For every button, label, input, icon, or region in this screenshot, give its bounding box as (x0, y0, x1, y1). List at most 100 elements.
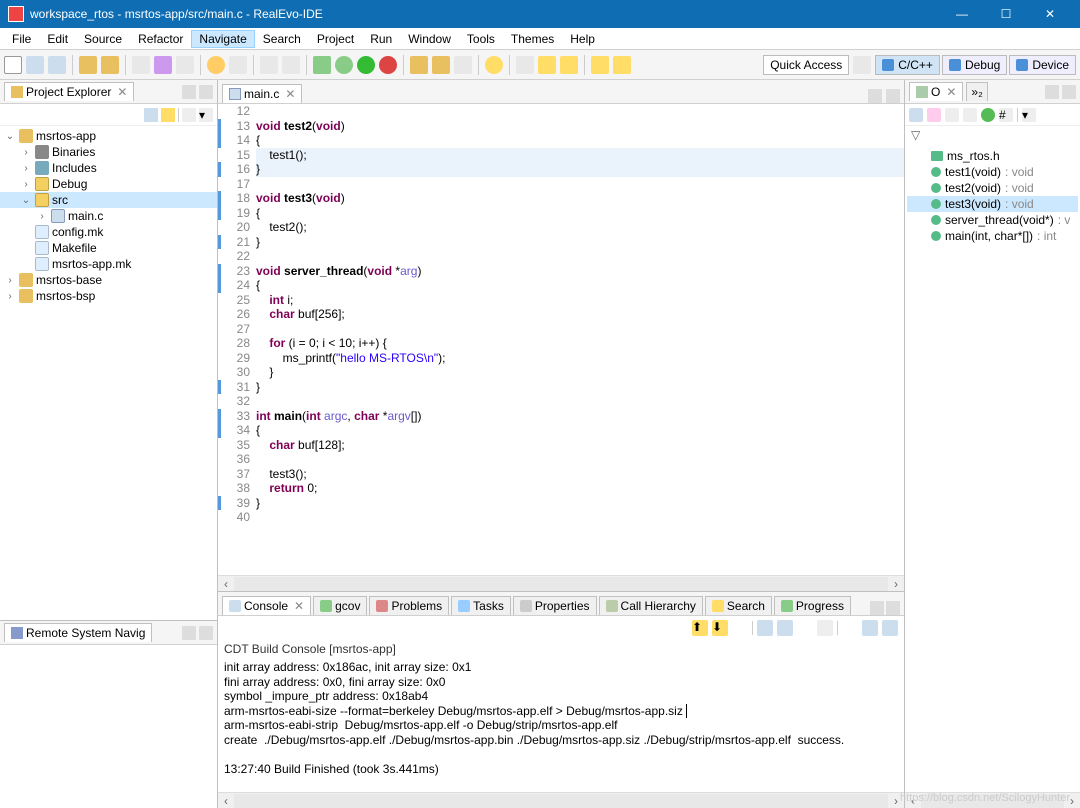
tree-item[interactable]: msrtos-app.mk (0, 256, 217, 272)
menu-refactor[interactable]: Refactor (130, 30, 191, 48)
remote-systems-body[interactable] (0, 645, 217, 808)
outline-item[interactable]: test3(void) : void (907, 196, 1078, 212)
menu-source[interactable]: Source (76, 30, 130, 48)
tab-gcov[interactable]: gcov (313, 596, 367, 615)
show-warnings-icon[interactable] (777, 620, 793, 636)
new-file-icon[interactable] (454, 56, 472, 74)
menu-themes[interactable]: Themes (503, 30, 562, 48)
tree-item[interactable]: ›Debug (0, 176, 217, 192)
profile-icon[interactable] (176, 56, 194, 74)
tab-console[interactable]: Console✕ (222, 596, 311, 615)
tree-item[interactable]: ⌄msrtos-app (0, 128, 217, 144)
close-icon[interactable]: ✕ (946, 85, 956, 99)
view-menu-icon[interactable]: ▾ (199, 108, 213, 122)
outline-item[interactable]: server_thread(void*) : v (907, 212, 1078, 228)
sort-icon[interactable] (909, 108, 923, 122)
tree-item[interactable]: ›main.c (0, 208, 217, 224)
new-project-icon[interactable] (410, 56, 428, 74)
scrollbar-track[interactable] (234, 794, 888, 808)
skip-breakpoints-icon[interactable] (313, 56, 331, 74)
view-menu-icon[interactable]: ▾ (1022, 108, 1036, 122)
maximize-button[interactable]: ☐ (984, 0, 1028, 28)
back-icon[interactable] (591, 56, 609, 74)
console-output[interactable]: init array address: 0x186ac, init array … (218, 658, 904, 792)
show-errors-icon[interactable] (757, 620, 773, 636)
hide-nonpublic-icon[interactable] (981, 108, 995, 122)
target-icon[interactable] (207, 56, 225, 74)
scroll-left-icon[interactable]: ‹ (218, 794, 234, 808)
prev-edit-icon[interactable] (516, 56, 534, 74)
scrollbar-track[interactable] (234, 577, 888, 591)
prev-console-icon[interactable]: ⬆ (692, 620, 708, 636)
line-number-gutter[interactable]: 1213141516171819202122232425262728293031… (218, 104, 256, 575)
tree-twisty-icon[interactable]: › (36, 211, 48, 222)
close-icon[interactable]: ✕ (294, 599, 304, 613)
editor-tab-main-c[interactable]: main.c ✕ (222, 84, 302, 103)
tab-progress[interactable]: Progress (774, 596, 851, 615)
camera-icon[interactable] (229, 56, 247, 74)
search-icon[interactable] (485, 56, 503, 74)
tree-item[interactable]: ›Includes (0, 160, 217, 176)
perspective-device[interactable]: Device (1009, 55, 1076, 75)
tree-item[interactable]: ›msrtos-bsp (0, 288, 217, 304)
menu-project[interactable]: Project (309, 30, 362, 48)
collapse-all-icon[interactable] (144, 108, 158, 122)
wrap-icon[interactable] (797, 620, 813, 636)
new-icon[interactable] (4, 56, 22, 74)
ext-tools-icon[interactable] (379, 56, 397, 74)
tree-item[interactable]: ›msrtos-base (0, 272, 217, 288)
maximize-view-icon[interactable] (199, 85, 213, 99)
scroll-right-icon[interactable]: › (888, 577, 904, 591)
menu-window[interactable]: Window (400, 30, 459, 48)
hide-fields-icon[interactable] (945, 108, 959, 122)
open-console-icon[interactable] (862, 620, 878, 636)
close-icon[interactable]: ✕ (117, 85, 127, 99)
tree-twisty-icon[interactable]: ⌄ (4, 131, 16, 142)
editor-h-scrollbar[interactable]: ‹ › (218, 575, 904, 591)
menu-edit[interactable]: Edit (39, 30, 76, 48)
tab-call-hierarchy[interactable]: Call Hierarchy (599, 596, 703, 615)
tree-twisty-icon[interactable]: › (20, 163, 32, 174)
outline-item[interactable]: test2(void) : void (907, 180, 1078, 196)
open-decl-icon[interactable] (260, 56, 278, 74)
filter-az-icon[interactable] (927, 108, 941, 122)
focus-task-icon[interactable] (182, 108, 196, 122)
minimize-view-icon[interactable] (182, 626, 196, 640)
tab-problems[interactable]: Problems (369, 596, 449, 615)
debug-icon[interactable] (335, 56, 353, 74)
display-console-icon[interactable] (882, 620, 898, 636)
tab-properties[interactable]: Properties (513, 596, 597, 615)
code-content[interactable]: void test2(void){ test1();} void test3(v… (256, 104, 904, 575)
tab-search[interactable]: Search (705, 596, 772, 615)
tree-twisty-icon[interactable]: › (4, 291, 16, 302)
scroll-lock-icon[interactable] (842, 620, 858, 636)
open-perspective-icon[interactable] (853, 56, 871, 74)
maximize-view-icon[interactable] (886, 89, 900, 103)
maximize-view-icon[interactable] (886, 601, 900, 615)
tree-item[interactable]: config.mk (0, 224, 217, 240)
minimize-view-icon[interactable] (1045, 85, 1059, 99)
outline-item[interactable]: test1(void) : void (907, 164, 1078, 180)
minimize-view-icon[interactable] (868, 89, 882, 103)
open-type-icon[interactable] (282, 56, 300, 74)
tree-twisty-icon[interactable]: ⌄ (20, 195, 32, 206)
outline-item[interactable]: ms_rtos.h (907, 148, 1078, 164)
project-tree[interactable]: ⌄msrtos-app›Binaries›Includes›Debug⌄src›… (0, 126, 217, 620)
perspective-debug[interactable]: Debug (942, 55, 1007, 75)
menu-navigate[interactable]: Navigate (191, 30, 254, 48)
build-all-icon[interactable] (101, 56, 119, 74)
tree-twisty-icon[interactable]: › (4, 275, 16, 286)
pin-icon[interactable] (732, 620, 748, 636)
next-annotation-icon[interactable] (538, 56, 556, 74)
code-editor[interactable]: 1213141516171819202122232425262728293031… (218, 104, 904, 575)
tree-item[interactable]: ›Binaries (0, 144, 217, 160)
outline-item[interactable]: main(int, char*[]) : int (907, 228, 1078, 244)
menu-tools[interactable]: Tools (459, 30, 503, 48)
toggle-icon[interactable] (132, 56, 150, 74)
menu-run[interactable]: Run (362, 30, 400, 48)
maximize-view-icon[interactable] (1062, 85, 1076, 99)
outline-collapse-icon[interactable]: ▽ (905, 126, 1080, 144)
console-h-scrollbar[interactable]: ‹ › (218, 792, 904, 808)
next-console-icon[interactable]: ⬇ (712, 620, 728, 636)
hide-static-icon[interactable] (963, 108, 977, 122)
